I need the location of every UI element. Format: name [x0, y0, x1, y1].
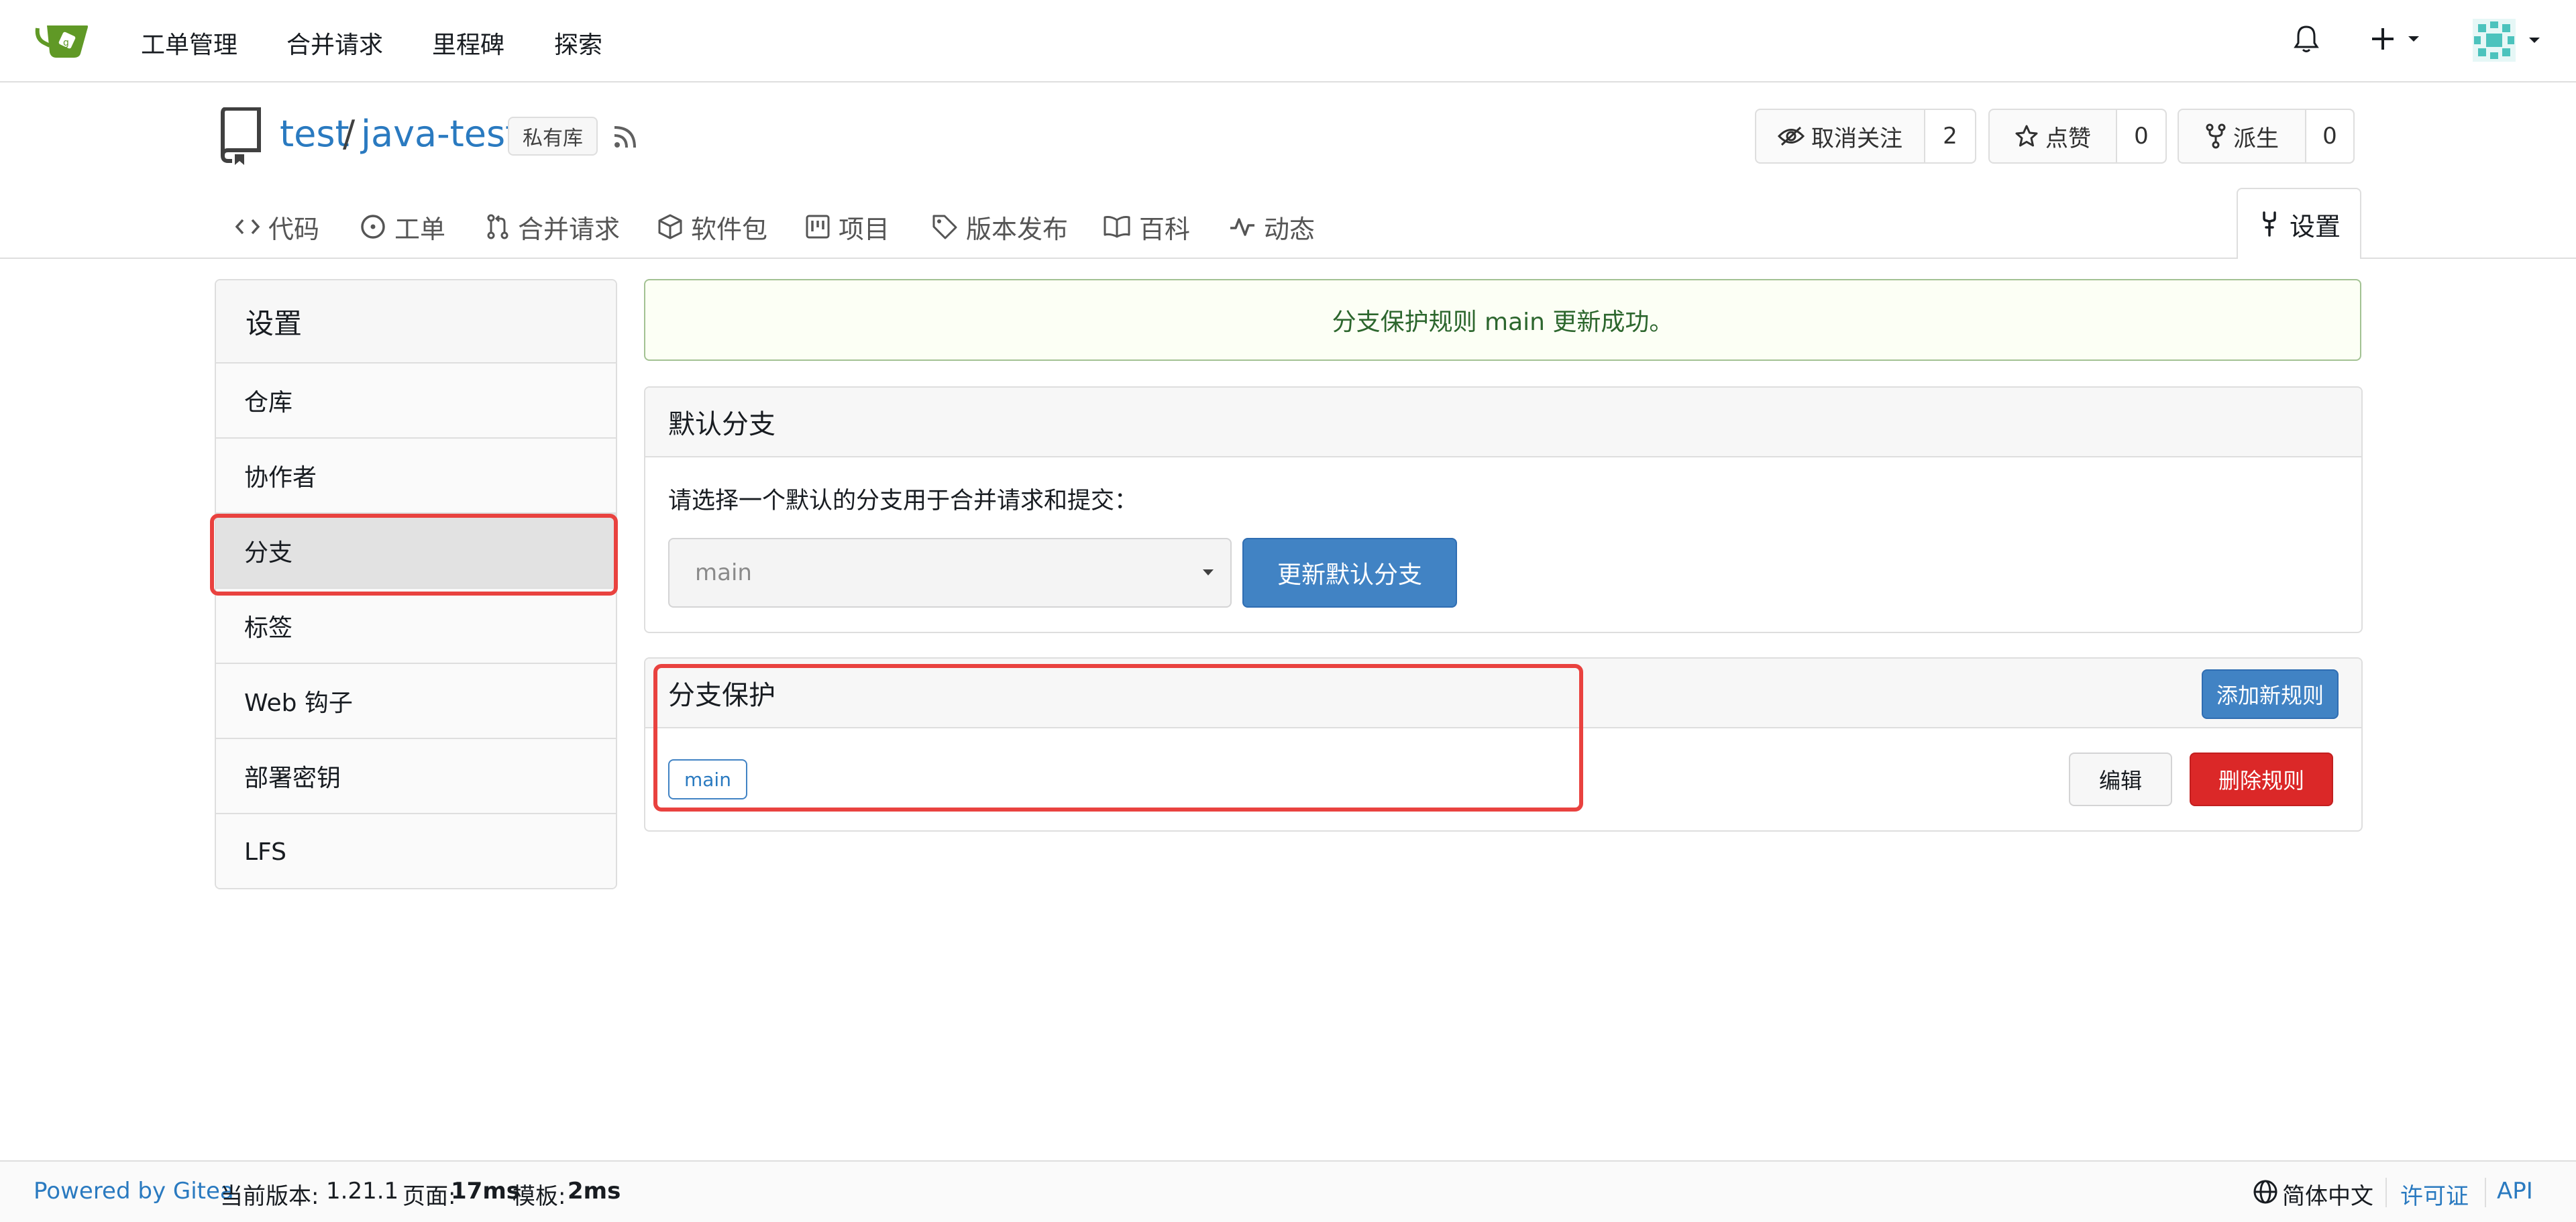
gitea-logo-icon[interactable]: g — [35, 19, 91, 62]
star-label: 点赞 — [2045, 125, 2091, 152]
private-badge: 私有库 — [508, 117, 598, 156]
tab-wiki[interactable]: 百科 — [1103, 207, 1190, 247]
settings-sidebar: 设置 仓库 协作者 分支 标签 Web 钩子 部署密钥 LFS — [215, 279, 617, 889]
pulse-icon — [1229, 216, 1256, 237]
default-branch-section: 默认分支 请选择一个默认的分支用于合并请求和提交： main 更新默认分支 — [644, 386, 2363, 633]
tab-code[interactable]: 代码 — [235, 207, 319, 247]
nav-pull-requests[interactable]: 合并请求 — [286, 25, 383, 60]
fork-icon — [2205, 123, 2226, 149]
watch-button-group: 取消关注 2 — [1755, 109, 1976, 164]
tab-activity-label: 动态 — [1264, 214, 1316, 244]
repo-name-link[interactable]: java-test — [361, 113, 519, 155]
update-default-branch-button[interactable]: 更新默认分支 — [1242, 538, 1457, 608]
add-rule-button[interactable]: 添加新规则 — [2202, 669, 2339, 719]
default-branch-title: 默认分支 — [645, 388, 2361, 457]
fork-count[interactable]: 0 — [2306, 110, 2353, 162]
sidebar-item-branches[interactable]: 分支 — [216, 514, 616, 589]
default-branch-description: 请选择一个默认的分支用于合并请求和提交： — [668, 488, 1138, 514]
star-icon — [2015, 124, 2039, 148]
tab-issues-label: 工单 — [394, 214, 446, 244]
tab-projects[interactable]: 项目 — [805, 207, 890, 247]
eye-closed-icon — [1778, 126, 1805, 146]
protected-branch-label: main — [668, 759, 747, 799]
tab-bar-divider — [0, 258, 2576, 259]
tab-releases[interactable]: 版本发布 — [931, 207, 1068, 247]
license-link[interactable]: 许可证 — [2400, 1178, 2469, 1211]
default-branch-select[interactable]: main — [668, 538, 1232, 608]
api-link[interactable]: API — [2497, 1178, 2533, 1205]
branch-protection-section: 分支保护 添加新规则 main 编辑 删除规则 — [644, 657, 2363, 832]
star-button-group: 点赞 0 — [1988, 109, 2167, 164]
footer-divider — [2485, 1178, 2486, 1207]
tab-packages[interactable]: 软件包 — [657, 207, 767, 247]
fork-button-group: 派生 0 — [2178, 109, 2355, 164]
tab-activity[interactable]: 动态 — [1229, 207, 1315, 247]
top-navbar: g 工单管理 合并请求 里程碑 探索 — [0, 0, 2576, 82]
version-value: 1.21.1 — [326, 1178, 399, 1205]
fork-label: 派生 — [2233, 125, 2279, 152]
branch-protection-header: 分支保护 添加新规则 — [645, 659, 2361, 728]
globe-icon — [2253, 1179, 2278, 1205]
sidebar-item-lfs[interactable]: LFS — [216, 814, 616, 888]
tab-issues[interactable]: 工单 — [360, 207, 445, 247]
sidebar-item-deploy-keys[interactable]: 部署密钥 — [216, 739, 616, 814]
tab-pull-requests[interactable]: 合并请求 — [486, 207, 620, 247]
unwatch-button[interactable]: 取消关注 — [1756, 110, 1925, 162]
sidebar-item-collaborators[interactable]: 协作者 — [216, 439, 616, 514]
unwatch-label: 取消关注 — [1811, 125, 1902, 152]
tag-icon — [931, 213, 958, 240]
create-new-icon[interactable] — [2371, 27, 2424, 51]
nav-issues[interactable]: 工单管理 — [141, 25, 237, 60]
tab-settings[interactable]: 设置 — [2237, 188, 2361, 259]
powered-by-link[interactable]: Powered by Gitea — [34, 1178, 234, 1205]
language-selector[interactable]: 简体中文 — [2282, 1178, 2373, 1211]
code-icon — [235, 217, 260, 237]
svg-text:g: g — [63, 38, 69, 48]
repo-separator: / — [343, 113, 356, 155]
default-branch-selected: main — [695, 559, 752, 586]
tab-releases-label: 版本发布 — [966, 214, 1069, 244]
page-time-label: 页面: — [402, 1183, 456, 1210]
repo-icon — [219, 107, 262, 165]
delete-rule-button[interactable]: 删除规则 — [2190, 753, 2333, 806]
page-time-value: 17ms — [451, 1178, 520, 1205]
tab-pull-requests-label: 合并请求 — [518, 214, 621, 244]
footer: Powered by Gitea 当前版本: 1.21.1 页面: 17ms 模… — [0, 1160, 2576, 1222]
template-time-label: 模板: — [513, 1183, 566, 1210]
tools-icon — [2257, 211, 2282, 237]
branch-protection-title: 分支保护 — [668, 680, 775, 711]
template-time-value: 2ms — [568, 1178, 621, 1205]
edit-rule-button[interactable]: 编辑 — [2069, 753, 2172, 806]
star-count[interactable]: 0 — [2117, 110, 2165, 162]
nav-milestones[interactable]: 里程碑 — [432, 25, 504, 60]
dropdown-caret-icon — [1202, 569, 1214, 577]
fork-button[interactable]: 派生 — [2179, 110, 2306, 162]
tab-settings-label: 设置 — [2289, 211, 2341, 241]
user-avatar[interactable] — [2473, 19, 2546, 62]
tab-code-label: 代码 — [268, 214, 320, 244]
sidebar-title: 设置 — [216, 280, 616, 364]
bell-icon[interactable] — [2293, 24, 2320, 54]
tab-projects-label: 项目 — [839, 214, 890, 244]
repo-owner-link[interactable]: test — [280, 113, 350, 155]
sidebar-item-webhooks[interactable]: Web 钩子 — [216, 664, 616, 739]
success-message: 分支保护规则 main 更新成功。 — [644, 279, 2361, 361]
issue-icon — [360, 213, 386, 240]
nav-explore[interactable]: 探索 — [554, 25, 602, 60]
sidebar-item-repository[interactable]: 仓库 — [216, 364, 616, 439]
star-button[interactable]: 点赞 — [1990, 110, 2117, 162]
tab-packages-label: 软件包 — [691, 214, 768, 244]
version-label: 当前版本: — [220, 1183, 319, 1210]
book-icon — [1103, 215, 1131, 239]
pull-request-icon — [486, 213, 510, 240]
footer-divider — [2385, 1178, 2387, 1207]
project-icon — [805, 214, 830, 239]
watch-count[interactable]: 2 — [1925, 110, 1975, 162]
tab-wiki-label: 百科 — [1139, 214, 1191, 244]
rss-icon[interactable] — [612, 123, 639, 150]
package-icon — [657, 213, 683, 240]
sidebar-item-tags[interactable]: 标签 — [216, 589, 616, 664]
